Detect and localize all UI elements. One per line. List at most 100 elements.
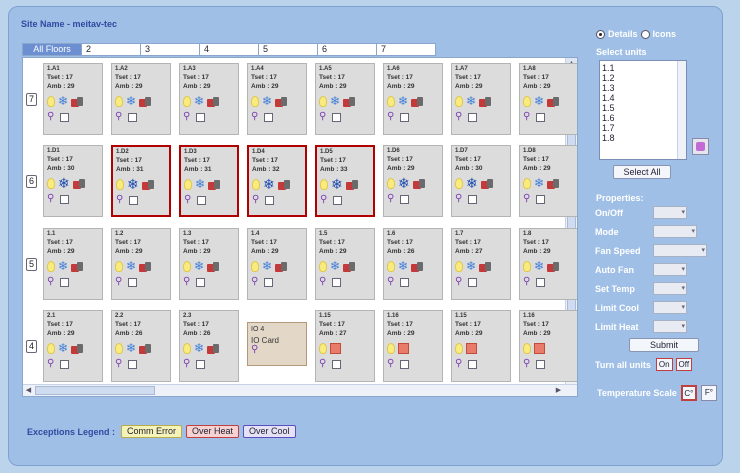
property-select[interactable] (653, 282, 687, 295)
apply-selection-icon[interactable] (692, 138, 709, 155)
all-off-button[interactable]: Off (675, 358, 693, 371)
unit-tile[interactable]: 1.D6 Tset : 17 Amb : 29 ❄ ⚲ (383, 145, 443, 217)
unit-tile[interactable]: 1.A2 Tset : 17 Amb : 29 ❄ ⚲ (111, 63, 171, 135)
tab-floor-all[interactable]: All Floors (22, 43, 82, 56)
unit-checkbox[interactable] (265, 195, 275, 205)
magnify-icon[interactable]: ⚲ (387, 194, 394, 204)
unit-checkbox[interactable] (332, 112, 342, 122)
magnify-icon[interactable]: ⚲ (47, 277, 54, 287)
unit-checkbox[interactable] (400, 194, 410, 204)
unit-tile[interactable]: 1.D1 Tset : 17 Amb : 30 ❄ ⚲ (43, 145, 103, 217)
unit-tile[interactable]: 1.A4 Tset : 17 Amb : 29 ❄ ⚲ (247, 63, 307, 135)
unit-tile[interactable]: 1.6 Tset : 17 Amb : 26 ❄ ⚲ (383, 228, 443, 300)
magnify-icon[interactable]: ⚲ (47, 112, 54, 122)
property-select[interactable] (653, 320, 687, 333)
unit-tile[interactable]: 1.D7 Tset : 17 Amb : 30 ❄ ⚲ (451, 145, 511, 217)
unit-tile[interactable]: 1.A8 Tset : 17 Amb : 29 ❄ ⚲ (519, 63, 577, 135)
unit-tile[interactable]: 1.16 Tset : 17 Amb : 29 ⚲ (519, 310, 577, 382)
magnify-icon[interactable]: ⚲ (115, 359, 122, 369)
magnify-icon[interactable]: ⚲ (251, 344, 258, 355)
unit-checkbox[interactable] (468, 277, 478, 287)
magnify-icon[interactable]: ⚲ (319, 359, 326, 369)
floor-label-7[interactable]: 7 (26, 93, 37, 106)
unit-tile[interactable]: 2.1 Tset : 17 Amb : 29 ❄ ⚲ (43, 310, 103, 382)
unit-checkbox[interactable] (197, 195, 207, 205)
unit-tile[interactable]: 1.3 Tset : 17 Amb : 29 ❄ ⚲ (179, 228, 239, 300)
magnify-icon[interactable]: ⚲ (455, 194, 462, 204)
unit-checkbox[interactable] (264, 112, 274, 122)
unit-tile[interactable]: 1.D5 Tset : 17 Amb : 33 ❄ ⚲ (315, 145, 375, 217)
unit-checkbox[interactable] (60, 277, 70, 287)
unit-list-item[interactable]: 1.3 (602, 83, 684, 93)
units-listbox[interactable]: 1.1 1.2 1.3 1.4 1.5 1.6 1.7 1.8 (599, 60, 687, 160)
unit-tile[interactable]: 1.15 Tset : 17 Amb : 29 ⚲ (451, 310, 511, 382)
unit-tile[interactable]: 1.D4 Tset : 17 Amb : 32 ❄ ⚲ (247, 145, 307, 217)
submit-button[interactable]: Submit (629, 338, 699, 352)
tab-floor-4[interactable]: 4 (199, 43, 259, 56)
unit-checkbox[interactable] (264, 277, 274, 287)
unit-tile[interactable]: 1.1 Tset : 17 Amb : 29 ❄ ⚲ (43, 228, 103, 300)
magnify-icon[interactable]: ⚲ (320, 195, 327, 205)
magnify-icon[interactable]: ⚲ (251, 112, 258, 122)
unit-tile[interactable]: 1.8 Tset : 17 Amb : 29 ❄ ⚲ (519, 228, 577, 300)
property-select[interactable] (653, 301, 687, 314)
tab-floor-2[interactable]: 2 (81, 43, 141, 56)
io-card[interactable]: IO 4 IO Card ⚲ (247, 322, 307, 366)
unit-tile[interactable]: 1.2 Tset : 17 Amb : 29 ❄ ⚲ (111, 228, 171, 300)
unit-checkbox[interactable] (536, 194, 546, 204)
unit-checkbox[interactable] (468, 194, 478, 204)
magnify-icon[interactable]: ⚲ (455, 112, 462, 122)
magnify-icon[interactable]: ⚲ (251, 277, 258, 287)
unit-list-item[interactable]: 1.4 (602, 93, 684, 103)
unit-checkbox[interactable] (128, 112, 138, 122)
floor-label-6[interactable]: 6 (26, 175, 37, 188)
property-select[interactable] (653, 244, 707, 257)
unit-list-item[interactable]: 1.6 (602, 113, 684, 123)
scroll-left-icon[interactable]: ◀ (23, 385, 34, 396)
unit-tile[interactable]: 1.A7 Tset : 17 Amb : 29 ❄ ⚲ (451, 63, 511, 135)
unit-checkbox[interactable] (536, 359, 546, 369)
unit-checkbox[interactable] (196, 359, 206, 369)
unit-tile[interactable]: 2.3 Tset : 17 Amb : 26 ❄ ⚲ (179, 310, 239, 382)
listbox-scrollbar[interactable] (677, 61, 686, 159)
unit-checkbox[interactable] (400, 277, 410, 287)
unit-checkbox[interactable] (60, 359, 70, 369)
hscroll-thumb[interactable] (35, 386, 155, 395)
unit-list-item[interactable]: 1.5 (602, 103, 684, 113)
scroll-right-icon[interactable]: ▶ (553, 385, 564, 396)
tab-floor-6[interactable]: 6 (317, 43, 377, 56)
unit-tile[interactable]: 1.D3 Tset : 17 Amb : 31 ❄ ⚲ (179, 145, 239, 217)
icons-radio[interactable] (640, 29, 650, 39)
magnify-icon[interactable]: ⚲ (455, 359, 462, 369)
magnify-icon[interactable]: ⚲ (523, 194, 530, 204)
unit-tile[interactable]: 2.2 Tset : 17 Amb : 26 ❄ ⚲ (111, 310, 171, 382)
unit-checkbox[interactable] (60, 194, 70, 204)
magnify-icon[interactable]: ⚲ (319, 112, 326, 122)
unit-tile[interactable]: 1.D2 Tset : 17 Amb : 31 ❄ ⚲ (111, 145, 171, 217)
unit-checkbox[interactable] (128, 277, 138, 287)
magnify-icon[interactable]: ⚲ (387, 277, 394, 287)
magnify-icon[interactable]: ⚲ (115, 277, 122, 287)
tab-floor-3[interactable]: 3 (140, 43, 200, 56)
unit-list-item[interactable]: 1.7 (602, 123, 684, 133)
unit-tile[interactable]: 1.15 Tset : 17 Amb : 27 ⚲ (315, 310, 375, 382)
unit-tile[interactable]: 1.16 Tset : 17 Amb : 29 ⚲ (383, 310, 443, 382)
fahrenheit-button[interactable]: F° (700, 385, 717, 401)
unit-checkbox[interactable] (60, 112, 70, 122)
property-select[interactable] (653, 225, 697, 238)
magnify-icon[interactable]: ⚲ (183, 277, 190, 287)
horizontal-scrollbar[interactable]: ◀ ▶ (23, 384, 577, 396)
unit-tile[interactable]: 1.A5 Tset : 17 Amb : 29 ❄ ⚲ (315, 63, 375, 135)
unit-tile[interactable]: 1.A3 Tset : 17 Amb : 29 ❄ ⚲ (179, 63, 239, 135)
unit-checkbox[interactable] (536, 112, 546, 122)
unit-tile[interactable]: 1.D8 Tset : 17 Amb : 29 ❄ ⚲ (519, 145, 577, 217)
floor-label-4[interactable]: 4 (26, 340, 37, 353)
tab-floor-7[interactable]: 7 (376, 43, 436, 56)
magnify-icon[interactable]: ⚲ (319, 277, 326, 287)
magnify-icon[interactable]: ⚲ (523, 112, 530, 122)
unit-checkbox[interactable] (196, 277, 206, 287)
unit-list-item[interactable]: 1.2 (602, 73, 684, 83)
unit-checkbox[interactable] (332, 359, 342, 369)
property-select[interactable] (653, 263, 687, 276)
magnify-icon[interactable]: ⚲ (523, 277, 530, 287)
